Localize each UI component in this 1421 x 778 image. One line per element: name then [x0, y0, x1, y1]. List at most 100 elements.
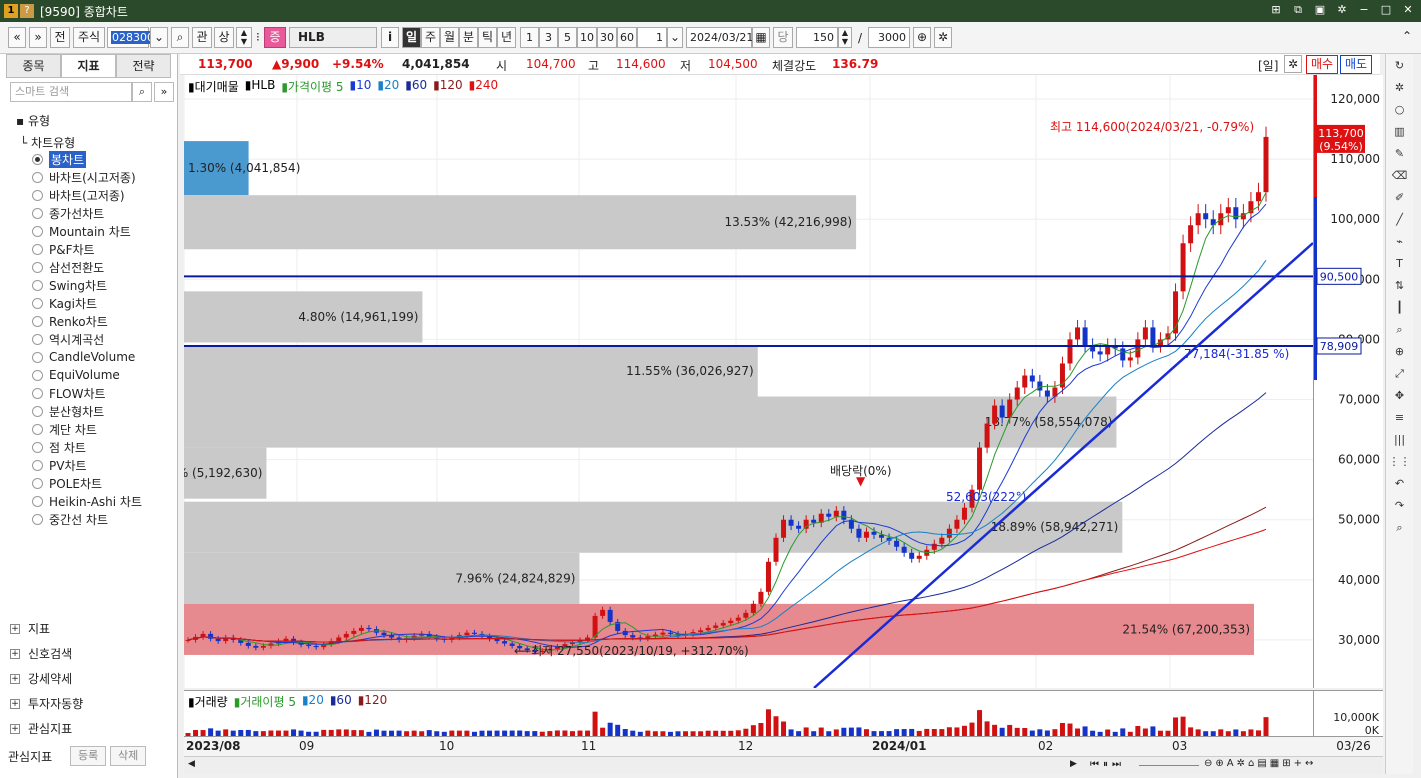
legend-item[interactable]: ▮HLB	[245, 78, 276, 95]
section-item[interactable]: + 신호검색	[10, 641, 175, 666]
collapse-icon[interactable]: ⌃	[1400, 27, 1414, 48]
legend-item[interactable]: ▮10	[350, 78, 372, 95]
radio-icon[interactable]	[32, 405, 43, 417]
redo-icon[interactable]: ↷	[1389, 496, 1411, 516]
maximize-icon[interactable]: □	[1379, 3, 1393, 17]
chart-type-option[interactable]: 분산형차트	[32, 402, 142, 420]
delete-button[interactable]: 삭제	[110, 746, 147, 766]
chart-type-option[interactable]: CandleVolume	[32, 348, 142, 366]
period-tab[interactable]: 월	[440, 27, 459, 48]
section-item[interactable]: + 투자자동향	[10, 691, 175, 716]
chart-scrollbar[interactable]: ◀ ▶ ⏮⏸⏭ ⊖⊕A✲⌂▤▦⊞+↔	[184, 756, 1383, 774]
radio-icon[interactable]	[32, 279, 43, 291]
hline-icon[interactable]: ≡	[1389, 408, 1411, 428]
chevron-down-icon[interactable]: ⌄	[150, 27, 168, 48]
pin-icon[interactable]: ⊞	[1269, 3, 1283, 17]
link-icon[interactable]: ⧉	[1291, 3, 1305, 17]
eraser-icon[interactable]: ⌫	[1389, 166, 1411, 186]
radio-icon[interactable]	[32, 441, 43, 453]
interval-tab[interactable]: 30	[597, 27, 617, 48]
nav-next-button[interactable]: »	[29, 27, 47, 48]
zoom-icon[interactable]: ⌕	[1389, 320, 1411, 340]
chart-type-option[interactable]: Heikin-Ashi 차트	[32, 492, 142, 510]
legend-item[interactable]: ▮대기매물	[188, 78, 239, 95]
radio-icon[interactable]	[32, 387, 43, 399]
chart-type-option[interactable]: P&F차트	[32, 240, 142, 258]
volume-chart[interactable]: ▮거래량 ▮거래이평 5 ▮20 ▮60 ▮120	[184, 690, 1313, 736]
legend-item[interactable]: ▮120	[433, 78, 463, 95]
interval-tab[interactable]: 1	[520, 27, 539, 48]
refresh-icon[interactable]: ↻	[1389, 56, 1411, 76]
chart-type-option[interactable]: Kagi차트	[32, 294, 142, 312]
max-count-input[interactable]: 3000	[868, 27, 910, 48]
radio-icon[interactable]	[32, 333, 43, 345]
gear-icon[interactable]: ✲	[1389, 78, 1411, 98]
ruler-icon[interactable]: ⇅	[1389, 276, 1411, 296]
text-icon[interactable]: T	[1389, 254, 1411, 274]
expand-icon[interactable]: +	[10, 698, 20, 709]
chart-type-option[interactable]: 중간선 차트	[32, 510, 142, 528]
chart-type-option[interactable]: Swing차트	[32, 276, 142, 294]
legend-item[interactable]: ▮60	[405, 78, 427, 95]
chart-icon[interactable]: ▥	[1389, 122, 1411, 142]
stock-code-input[interactable]: 028300	[107, 27, 155, 48]
count-stepper[interactable]: ▲ ▼	[838, 27, 852, 48]
register-button[interactable]: 등록	[70, 746, 107, 766]
auto-icon[interactable]: ⌁	[1389, 232, 1411, 252]
interval-tab[interactable]: 10	[577, 27, 597, 48]
left-tab[interactable]: 종목	[6, 54, 61, 77]
chart-type-option[interactable]: 종가선차트	[32, 204, 142, 222]
volume-legend-item[interactable]: ▮20	[302, 693, 324, 710]
radio-icon[interactable]	[32, 495, 43, 507]
legend-item[interactable]: ▮240	[469, 78, 499, 95]
line-icon[interactable]: ╱	[1389, 210, 1411, 230]
legend-item[interactable]: ▮20	[377, 78, 399, 95]
period-tab[interactable]: 년	[497, 27, 516, 48]
scroll-left-icon[interactable]: ◀	[188, 759, 195, 769]
help-badge[interactable]: ?	[20, 4, 34, 18]
zoom-slider[interactable]	[1139, 765, 1199, 766]
count-input[interactable]: 150	[796, 27, 838, 48]
sell-button[interactable]: 매도	[1340, 55, 1373, 74]
chart-type-option[interactable]: 바차트(시고저종)	[32, 168, 142, 186]
volume-legend-item[interactable]: ▮120	[358, 693, 388, 710]
period-tab[interactable]: 주	[421, 27, 440, 48]
left-tab[interactable]: 전략	[116, 54, 171, 77]
radio-icon[interactable]	[32, 351, 43, 363]
watchlist-button[interactable]: 관	[192, 27, 212, 48]
settings-icon[interactable]: ✲	[934, 27, 952, 48]
search-icon[interactable]: ⌕	[171, 27, 189, 48]
pen-icon[interactable]: ✎	[1389, 144, 1411, 164]
move-icon[interactable]: ✥	[1389, 386, 1411, 406]
period-tab[interactable]: 분	[459, 27, 478, 48]
zoom-tools[interactable]: ⊖⊕A✲⌂▤▦⊞+↔	[1204, 758, 1316, 769]
radio-icon[interactable]	[32, 459, 43, 471]
price-chart-svg[interactable]: 1.30% (4,041,854) 13.53% (42,216,998) 4.80…	[184, 75, 1313, 688]
calendar-icon[interactable]: ▦	[752, 27, 770, 48]
undo-icon[interactable]: ↶	[1389, 474, 1411, 494]
subcategory-node[interactable]: └ 차트유형	[20, 134, 75, 151]
info-button[interactable]: i	[381, 27, 399, 48]
chart-type-option[interactable]: 역시계곡선	[32, 330, 142, 348]
radio-icon[interactable]	[32, 243, 43, 255]
nav-prev-button[interactable]: «	[8, 27, 26, 48]
zoom-in-icon[interactable]: ⊕	[913, 27, 931, 48]
expand-icon[interactable]: +	[10, 673, 20, 684]
radio-icon[interactable]	[32, 423, 43, 435]
radio-icon[interactable]	[32, 171, 43, 183]
chart-type-option[interactable]: FLOW차트	[32, 384, 142, 402]
section-item[interactable]: + 강세약세	[10, 666, 175, 691]
radio-icon[interactable]	[32, 369, 43, 381]
print-icon[interactable]: ▣	[1313, 3, 1327, 17]
search-icon[interactable]: ⌕	[1389, 518, 1411, 538]
radio-icon[interactable]	[32, 189, 43, 201]
search-icon[interactable]: ⌕	[132, 82, 152, 102]
legend-item[interactable]: ▮가격이평 5	[281, 78, 343, 95]
chart-type-option[interactable]: 계단 차트	[32, 420, 142, 438]
expand-icon[interactable]: +	[10, 648, 20, 659]
period-tab[interactable]: 틱	[478, 27, 497, 48]
radio-icon[interactable]	[32, 315, 43, 327]
upper-button[interactable]: 상	[214, 27, 234, 48]
candle-icon[interactable]: ┃	[1389, 298, 1411, 318]
vline-icon[interactable]: |||	[1389, 430, 1411, 450]
